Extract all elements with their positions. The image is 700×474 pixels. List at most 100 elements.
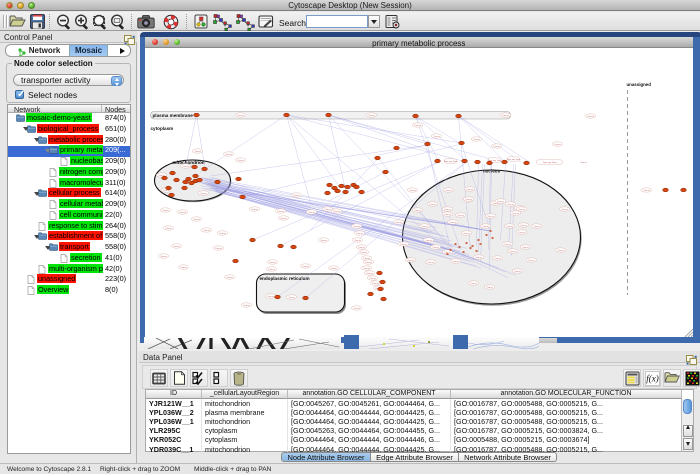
svg-text:Yxx xx: Yxx xx	[580, 162, 587, 164]
svg-text:Yxx xx: Yxx xx	[514, 271, 521, 273]
svg-text:Yxx xx: Yxx xx	[160, 256, 167, 258]
svg-text:Yxx xx: Yxx xx	[465, 199, 472, 201]
svg-text:Yxx xx: Yxx xx	[215, 248, 222, 250]
svg-text:Yxx xx: Yxx xx	[194, 151, 201, 153]
svg-text:Yxx xx: Yxx xx	[493, 146, 500, 148]
svg-text:Yxx xx: Yxx xx	[554, 144, 561, 146]
svg-text:Yxx xx: Yxx xx	[163, 190, 170, 192]
svg-text:Yxx xx: Yxx xx	[494, 258, 501, 260]
svg-text:Yxx xx: Yxx xx	[473, 139, 480, 141]
svg-text:Yxx xx: Yxx xx	[226, 277, 233, 279]
svg-text:Yxx xx: Yxx xx	[193, 219, 200, 221]
svg-text:Yxx xx: Yxx xx	[507, 204, 514, 206]
svg-text:Yxx xx: Yxx xx	[353, 226, 360, 228]
svg-text:Yxxx xxx Yxxx: Yxxx xxx Yxxx	[542, 162, 557, 164]
svg-text:Yxx xx: Yxx xx	[457, 215, 464, 217]
svg-text:Yxx xx: Yxx xx	[407, 260, 414, 262]
svg-text:Yxx xx: Yxx xx	[432, 247, 439, 249]
svg-text:Yxx xx: Yxx xx	[165, 228, 172, 230]
svg-text:Yxxx xxx Yxxx: Yxxx xxx Yxxx	[506, 159, 521, 161]
svg-text:endoplasmic reticulum: endoplasmic reticulum	[259, 276, 309, 281]
svg-text:Yxx xx: Yxx xx	[528, 260, 535, 262]
svg-text:Yxx xx: Yxx xx	[414, 210, 421, 212]
svg-text:Yxx xx: Yxx xx	[358, 247, 365, 249]
svg-text:Yxx xx: Yxx xx	[533, 226, 540, 228]
svg-text:Yxx xx: Yxx xx	[366, 273, 373, 275]
svg-text:Yxx xx: Yxx xx	[268, 269, 275, 271]
svg-text:Yxx xx: Yxx xx	[463, 233, 470, 235]
svg-text:Yxx xx: Yxx xx	[237, 160, 244, 162]
svg-text:plasma membrane: plasma membrane	[152, 113, 193, 118]
svg-text:Yxx xx: Yxx xx	[369, 278, 376, 280]
svg-text:Yxx xx: Yxx xx	[200, 193, 207, 195]
svg-text:Yxx xx: Yxx xx	[372, 283, 379, 285]
svg-text:Yxx xx: Yxx xx	[302, 266, 309, 268]
svg-text:Yxx xx: Yxx xx	[354, 240, 361, 242]
svg-text:Yxx xx: Yxx xx	[293, 195, 300, 197]
svg-text:Yxx xx: Yxx xx	[557, 250, 564, 252]
svg-text:Yxx xx: Yxx xx	[466, 189, 473, 191]
svg-text:Yxx xx: Yxx xx	[308, 212, 315, 214]
svg-text:Yxx xx: Yxx xx	[421, 226, 428, 228]
svg-text:Yxx xx: Yxx xx	[267, 296, 274, 298]
svg-text:Yxx xx: Yxx xx	[180, 267, 187, 269]
svg-text:Yxx xx: Yxx xx	[482, 226, 489, 228]
svg-text:Yxx xx: Yxx xx	[409, 190, 416, 192]
svg-text:Yxx xx: Yxx xx	[520, 225, 527, 227]
svg-text:Yxx xx: Yxx xx	[509, 251, 516, 253]
svg-text:Yxx xx: Yxx xx	[470, 283, 477, 285]
svg-text:Yxx xx: Yxx xx	[173, 246, 180, 248]
svg-text:Yxx xx: Yxx xx	[497, 201, 504, 203]
svg-text:Yxx xx: Yxx xx	[365, 262, 372, 264]
svg-text:Yxx xx: Yxx xx	[506, 226, 513, 228]
svg-text:Yxx xx: Yxx xx	[504, 244, 511, 246]
svg-text:Yxx xx: Yxx xx	[288, 297, 295, 299]
svg-text:Yxx xx: Yxx xx	[486, 287, 493, 289]
svg-text:Yxx xx: Yxx xx	[643, 190, 650, 192]
svg-text:Yxx xx: Yxx xx	[502, 115, 509, 117]
svg-text:Yxx xx: Yxx xx	[356, 233, 363, 235]
svg-text:Yxx xx: Yxx xx	[518, 209, 525, 211]
svg-text:Yxx xx: Yxx xx	[444, 214, 451, 216]
svg-text:Yxx xx: Yxx xx	[269, 262, 276, 264]
svg-text:Yxx xx: Yxx xx	[182, 166, 189, 168]
svg-text:Yxx xx: Yxx xx	[433, 136, 440, 138]
svg-text:Yxx xx: Yxx xx	[444, 209, 451, 211]
svg-text:Yxx xx: Yxx xx	[561, 209, 568, 211]
svg-text:Yxx xx: Yxx xx	[522, 247, 529, 249]
svg-text:Yxx xx: Yxx xx	[518, 232, 525, 234]
svg-text:Yxx xx: Yxx xx	[445, 190, 452, 192]
svg-text:unassigned: unassigned	[626, 82, 651, 87]
svg-text:Yxx xx: Yxx xx	[400, 244, 407, 246]
svg-text:Yxx xx: Yxx xx	[330, 268, 337, 270]
svg-text:Yxx xx: Yxx xx	[353, 308, 360, 310]
svg-text:Yxx xx: Yxx xx	[363, 258, 370, 260]
svg-text:Yxxx xxx Yxxx: Yxxx xxx Yxxx	[443, 161, 458, 163]
svg-text:Yxx xx: Yxx xx	[395, 222, 402, 224]
svg-text:Yxx xx: Yxx xx	[429, 204, 436, 206]
svg-text:Yxx xx: Yxx xx	[452, 261, 459, 263]
svg-text:nucleus: nucleus	[482, 169, 500, 174]
svg-text:f(x): f(x)	[646, 374, 659, 384]
svg-text:Yxx xx: Yxx xx	[280, 218, 287, 220]
svg-text:Yxx xx: Yxx xx	[179, 212, 186, 214]
svg-text:Yxx xx: Yxx xx	[449, 222, 456, 224]
svg-text:Yxx xx: Yxx xx	[225, 154, 232, 156]
svg-text:Yxx xx: Yxx xx	[360, 252, 367, 254]
svg-text:Yxx xx: Yxx xx	[414, 125, 421, 127]
svg-text:Yxx xx: Yxx xx	[277, 211, 284, 213]
svg-text:Yxx xx: Yxx xx	[427, 262, 434, 264]
svg-text:Yxx xx: Yxx xx	[320, 240, 327, 242]
svg-text:Yxx xx: Yxx xx	[162, 210, 169, 212]
svg-text:Yxx xx: Yxx xx	[237, 115, 244, 117]
svg-text:Yxx xx: Yxx xx	[587, 116, 594, 118]
svg-text:Yxx xx: Yxx xx	[324, 209, 331, 211]
svg-text:Yxx xx: Yxx xx	[475, 257, 482, 259]
svg-text:Yxx xx: Yxx xx	[487, 216, 494, 218]
svg-text:Yxx xx: Yxx xx	[368, 115, 375, 117]
svg-text:cytoplasm: cytoplasm	[150, 126, 173, 131]
svg-text:Yxx xx: Yxx xx	[512, 213, 519, 215]
svg-text:Yxx xx: Yxx xx	[333, 211, 340, 213]
svg-text:Yxx xx: Yxx xx	[251, 209, 258, 211]
svg-text:Yxx xx: Yxx xx	[425, 240, 432, 242]
